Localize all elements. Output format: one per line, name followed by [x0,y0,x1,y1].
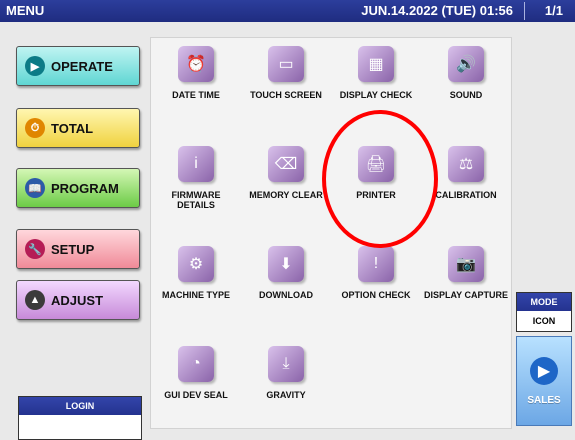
tile-machine-type[interactable]: ⚙ MACHINE TYPE [151,238,241,328]
tile-label: MACHINE TYPE [161,290,230,300]
operate-label: OPERATE [51,58,113,74]
right-panel: MODE ICON ▶ SALES [512,24,575,428]
tile-date-time[interactable]: ⏰ DATE TIME [151,38,241,128]
info-icon: i [178,146,214,182]
rainbow-icon: ◔ [178,346,214,382]
mode-box[interactable]: MODE ICON [516,292,572,332]
top-title-bar: MENU JUN.14.2022 (TUE) 01:56 1/1 [0,0,575,22]
tile-gui-dev-seal[interactable]: ◔ GUI DEV SEAL [151,338,241,428]
total-button[interactable]: ⏱ TOTAL [16,108,140,148]
book-icon: 📖 [25,178,45,198]
tile-download[interactable]: ⬇ DOWNLOAD [241,238,331,328]
operate-button[interactable]: ▶ OPERATE [16,46,140,86]
tile-label: GRAVITY [266,390,306,400]
left-panel: ▶ OPERATE ⏱ TOTAL 📖 PROGRAM 🔧 SETUP ▲ AD… [6,24,146,440]
login-box[interactable]: LOGIN [18,396,142,440]
tile-touch-screen[interactable]: ▭ TOUCH SCREEN [241,38,331,128]
tile-label: FIRMWARE DETAILS [171,190,221,210]
tile-firmware-details[interactable]: i FIRMWARE DETAILS [151,138,241,228]
calibration-icon: ⚖ [448,146,484,182]
memory-clear-icon: ⌫ [268,146,304,182]
tile-label: TOUCH SCREEN [250,90,322,100]
camera-icon: 📷 [448,246,484,282]
sales-label: SALES [527,394,561,406]
setup-button[interactable]: 🔧 SETUP [16,229,140,269]
tile-label: MEMORY CLEAR [249,190,323,200]
tile-label: DISPLAY CHECK [339,90,413,100]
calendar-clock-icon: ⏰ [178,46,214,82]
speaker-icon: 🔊 [448,46,484,82]
tile-label: SOUND [449,90,483,100]
mode-label: MODE [517,293,571,311]
display-check-icon: ▦ [358,46,394,82]
tile-label: OPTION CHECK [341,290,411,300]
tile-sound[interactable]: 🔊 SOUND [421,38,511,128]
play-icon: ▶ [25,56,45,76]
menu-title: MENU [6,3,45,18]
tile-label: DOWNLOAD [259,290,313,300]
tile-display-capture[interactable]: 📷 DISPLAY CAPTURE [421,238,511,328]
wrench-icon: 🔧 [25,239,45,259]
date-time-readout: JUN.14.2022 (TUE) 01:56 [361,3,513,18]
gears-icon: ⚙ [178,246,214,282]
program-label: PROGRAM [51,180,119,196]
program-button[interactable]: 📖 PROGRAM [16,168,140,208]
highlight-circle [322,110,438,248]
gravity-icon: ⤓ [268,346,304,382]
download-icon: ⬇ [268,246,304,282]
icon-grid: ⏰ DATE TIME ▭ TOUCH SCREEN ▦ DISPLAY CHE… [150,37,512,429]
scale-icon: ▲ [25,290,45,310]
tile-memory-clear[interactable]: ⌫ MEMORY CLEAR [241,138,331,228]
tile-gravity[interactable]: ⤓ GRAVITY [241,338,331,428]
page-indicator: 1/1 [544,3,563,18]
clock-icon: ⏱ [25,118,45,138]
title-separator [524,2,525,20]
tile-label: DATE TIME [172,90,220,100]
tile-label: DISPLAY CAPTURE [423,290,509,300]
touch-screen-icon: ▭ [268,46,304,82]
setup-label: SETUP [51,241,95,257]
sales-button[interactable]: ▶ SALES [516,336,572,426]
login-label: LOGIN [19,397,141,415]
total-label: TOTAL [51,120,94,136]
play-icon: ▶ [530,356,558,385]
adjust-button[interactable]: ▲ ADJUST [16,280,140,320]
tile-option-check[interactable]: ! OPTION CHECK [331,238,421,328]
tile-label: GUI DEV SEAL [164,390,228,400]
adjust-label: ADJUST [51,292,104,308]
mode-value: ICON [532,316,556,326]
option-check-icon: ! [358,246,394,282]
